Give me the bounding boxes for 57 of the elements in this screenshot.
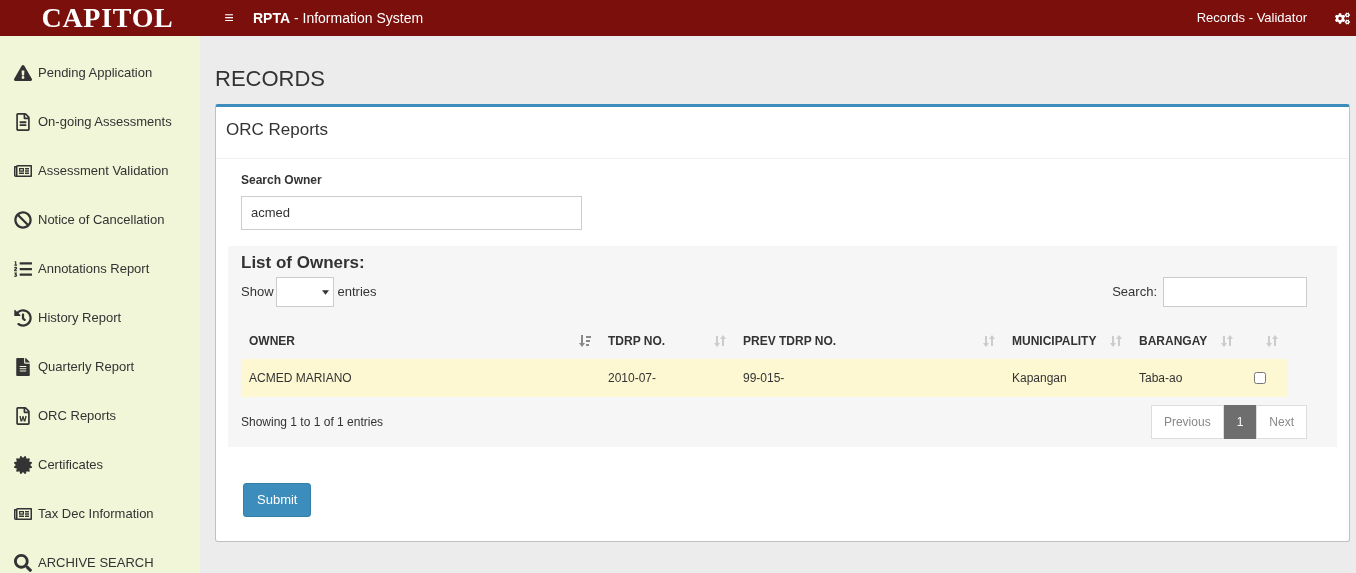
sort-icon[interactable] — [578, 334, 592, 348]
column-header[interactable]: TDRP NO. — [608, 332, 666, 350]
sidebar-item[interactable]: Assessment Validation — [0, 146, 200, 195]
sidebar-item[interactable]: On-going Assessments — [0, 97, 200, 146]
show-label: Show — [241, 283, 274, 302]
menu-button[interactable]: ≡ — [215, 6, 243, 30]
table-search-field[interactable] — [1163, 277, 1307, 307]
sidebar-item[interactable]: Notice of Cancellation — [0, 195, 200, 244]
field-label: Search Owner — [241, 171, 323, 189]
sort-icon[interactable] — [982, 334, 996, 348]
ban-icon — [14, 210, 32, 229]
caret-icon — [321, 289, 329, 295]
document-icon — [14, 112, 32, 131]
document-icon — [14, 357, 32, 376]
sidebar-item[interactable]: Quarterly Report — [0, 342, 200, 391]
entries-select[interactable] — [275, 277, 334, 307]
logo: CAPITOL — [41, 1, 174, 35]
history-icon — [14, 308, 32, 327]
sidebar-item[interactable]: ORC Reports — [0, 391, 200, 440]
page-title: RECORDS — [215, 65, 326, 93]
numbered-list-icon — [14, 259, 32, 278]
submit-button[interactable]: Submit — [243, 483, 312, 517]
warning-icon — [14, 63, 32, 82]
sidebar-item[interactable]: ARCHIVE SEARCH — [0, 538, 200, 573]
row-highlight[interactable] — [241, 359, 1287, 397]
sidebar-item[interactable]: Tax Dec Information — [0, 489, 200, 538]
sort-icon[interactable] — [713, 334, 727, 348]
search-label: Search: — [1112, 283, 1157, 302]
sidebar-item[interactable]: Annotations Report — [0, 244, 200, 293]
column-header[interactable]: PREV TDRP NO. — [743, 332, 837, 350]
settings-icon[interactable] — [1335, 10, 1350, 26]
sidebar-item[interactable]: Certificates — [0, 440, 200, 489]
table-cell: Kapangan — [1012, 371, 1067, 385]
entries-label: entries — [337, 283, 377, 302]
column-header[interactable]: BARANGAY — [1139, 332, 1208, 350]
word-document-icon — [14, 406, 32, 425]
panel-title: ORC Reports — [226, 120, 329, 139]
search-owner-field[interactable]: acmed — [241, 195, 582, 230]
app-title: RPTA - Information System — [253, 8, 424, 28]
sort-icon[interactable] — [1220, 334, 1234, 348]
pagination-button[interactable]: 1 — [1223, 405, 1257, 439]
sort-icon[interactable] — [1109, 334, 1123, 348]
table-info: Showing 1 to 1 of 1 entries — [241, 414, 384, 431]
table-cell: Taba-ao — [1139, 371, 1183, 385]
badge-icon — [14, 455, 32, 474]
table-cell: 2010-07- — [608, 371, 657, 385]
table-cell: 99-015- — [743, 371, 785, 385]
user-role[interactable]: Records - Validator — [1196, 8, 1307, 28]
sidebar-item[interactable]: Pending Application — [0, 48, 200, 97]
search-icon — [14, 553, 32, 572]
sort-icon[interactable] — [1265, 334, 1279, 348]
column-header[interactable]: OWNER — [249, 332, 295, 350]
row-checkbox[interactable] — [1254, 372, 1266, 384]
column-header[interactable]: MUNICIPALITY — [1012, 332, 1097, 350]
table-cell: ACMED MARIANO — [249, 371, 352, 385]
sidebar-item[interactable]: History Report — [0, 293, 200, 342]
list-title: List of Owners: — [241, 251, 366, 274]
